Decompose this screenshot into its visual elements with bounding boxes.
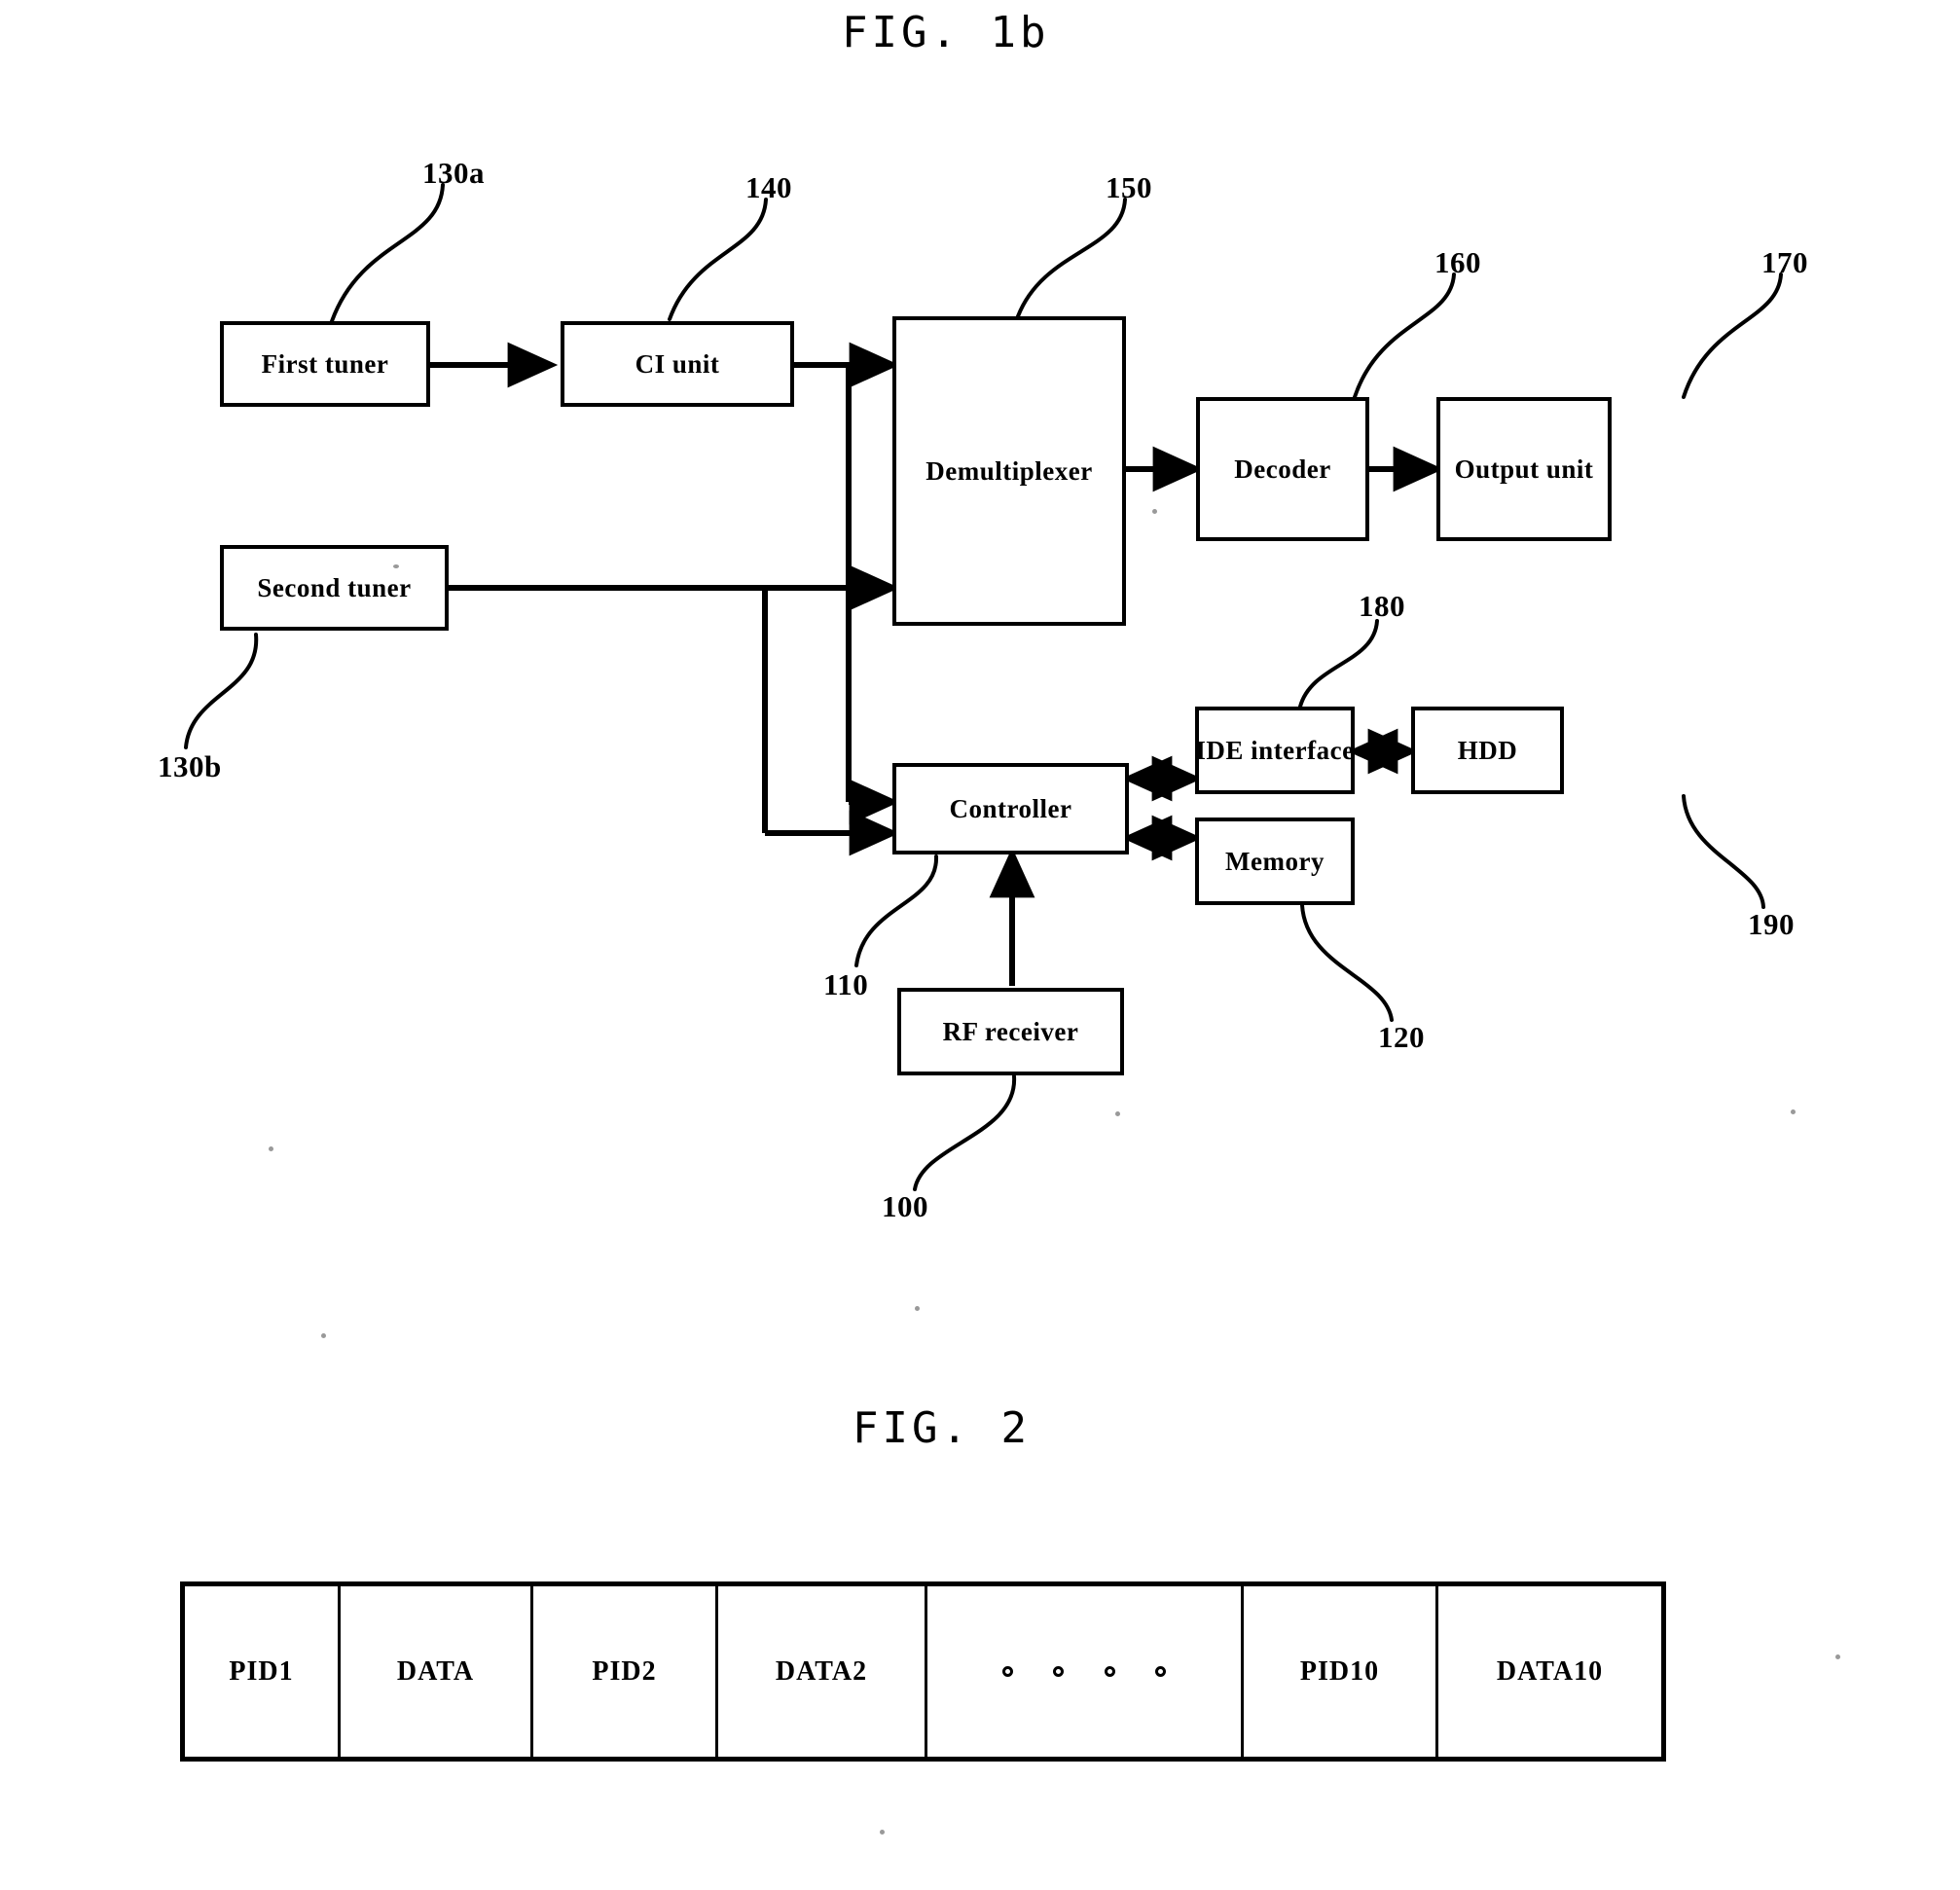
frame-cell-pid2: PID2 xyxy=(533,1586,718,1757)
scan-speck xyxy=(269,1146,273,1151)
block-label-ide-interface: IDE interface xyxy=(1195,735,1355,765)
ref-number-180: 180 xyxy=(1359,589,1405,623)
block-label-rf-receiver: RF receiver xyxy=(942,1016,1079,1046)
ellipsis-dot-icon xyxy=(1053,1666,1065,1677)
scan-speck xyxy=(1115,1111,1120,1116)
frame-cell-label: DATA2 xyxy=(775,1655,868,1687)
ref-number-150: 150 xyxy=(1106,170,1152,204)
ref-number-110: 110 xyxy=(823,967,869,1001)
block-label-hdd: HDD xyxy=(1457,735,1518,765)
frame-cell-label: PID1 xyxy=(229,1655,294,1687)
figure-2-title: FIG. 2 xyxy=(853,1403,1031,1453)
block-ci-unit[interactable]: CI unit xyxy=(561,321,794,407)
frame-cell-data: DATA xyxy=(341,1586,533,1757)
block-memory[interactable]: Memory xyxy=(1195,818,1355,905)
ref-number-130b: 130b xyxy=(158,749,222,783)
ref-number-140: 140 xyxy=(745,170,792,204)
ellipsis-dot-icon xyxy=(1154,1666,1166,1677)
block-label-demultiplexer: Demultiplexer xyxy=(926,455,1093,486)
frame-cell-label: PID2 xyxy=(592,1655,657,1687)
block-decoder[interactable]: Decoder xyxy=(1196,397,1369,541)
block-output-unit[interactable]: Output unit xyxy=(1436,397,1612,541)
block-label-second-tuner: Second tuner xyxy=(257,572,412,602)
transport-stream-frame-table: PID1 DATA PID2 DATA2 PID10 DATA10 xyxy=(180,1581,1666,1762)
ref-number-100: 100 xyxy=(882,1189,928,1223)
scan-speck xyxy=(321,1333,326,1338)
frame-cell-label: DATA10 xyxy=(1496,1655,1604,1687)
frame-cell-pid10: PID10 xyxy=(1244,1586,1438,1757)
scan-speck xyxy=(1791,1109,1796,1114)
scan-speck xyxy=(393,564,399,568)
block-second-tuner[interactable]: Second tuner xyxy=(220,545,449,631)
frame-cell-label: PID10 xyxy=(1299,1655,1380,1687)
ellipsis-dot-icon xyxy=(1002,1666,1014,1677)
ref-number-170: 170 xyxy=(1761,245,1808,279)
frame-cell-data2: DATA2 xyxy=(718,1586,927,1757)
scan-speck xyxy=(1152,509,1157,514)
ref-number-160: 160 xyxy=(1434,245,1481,279)
scan-speck xyxy=(1835,1654,1840,1659)
frame-cell-ellipsis xyxy=(927,1586,1244,1757)
block-label-controller: Controller xyxy=(949,793,1072,823)
block-controller[interactable]: Controller xyxy=(892,763,1129,854)
ref-number-130a: 130a xyxy=(422,156,485,190)
block-demultiplexer[interactable]: Demultiplexer xyxy=(892,316,1126,626)
block-label-output-unit: Output unit xyxy=(1454,454,1594,484)
block-label-first-tuner: First tuner xyxy=(261,348,389,379)
ref-number-190: 190 xyxy=(1748,907,1795,941)
block-label-decoder: Decoder xyxy=(1234,454,1331,484)
block-first-tuner[interactable]: First tuner xyxy=(220,321,430,407)
frame-cell-pid1: PID1 xyxy=(185,1586,341,1757)
frame-cell-label: DATA xyxy=(396,1655,475,1687)
figure-1b-title: FIG. 1b xyxy=(842,8,1050,57)
ref-number-120: 120 xyxy=(1378,1020,1425,1054)
frame-cell-data10: DATA10 xyxy=(1438,1586,1661,1757)
scan-speck xyxy=(915,1306,920,1311)
scan-speck xyxy=(880,1830,885,1835)
block-hdd[interactable]: HDD xyxy=(1411,707,1564,794)
block-label-memory: Memory xyxy=(1225,846,1325,876)
block-rf-receiver[interactable]: RF receiver xyxy=(897,988,1124,1075)
block-ide-interface[interactable]: IDE interface xyxy=(1195,707,1355,794)
block-label-ci-unit: CI unit xyxy=(635,348,720,379)
ellipsis-dot-icon xyxy=(1104,1666,1115,1677)
patent-figure-page: FIG. 1b First tuner 130a CI unit 140 Dem… xyxy=(0,0,1960,1890)
